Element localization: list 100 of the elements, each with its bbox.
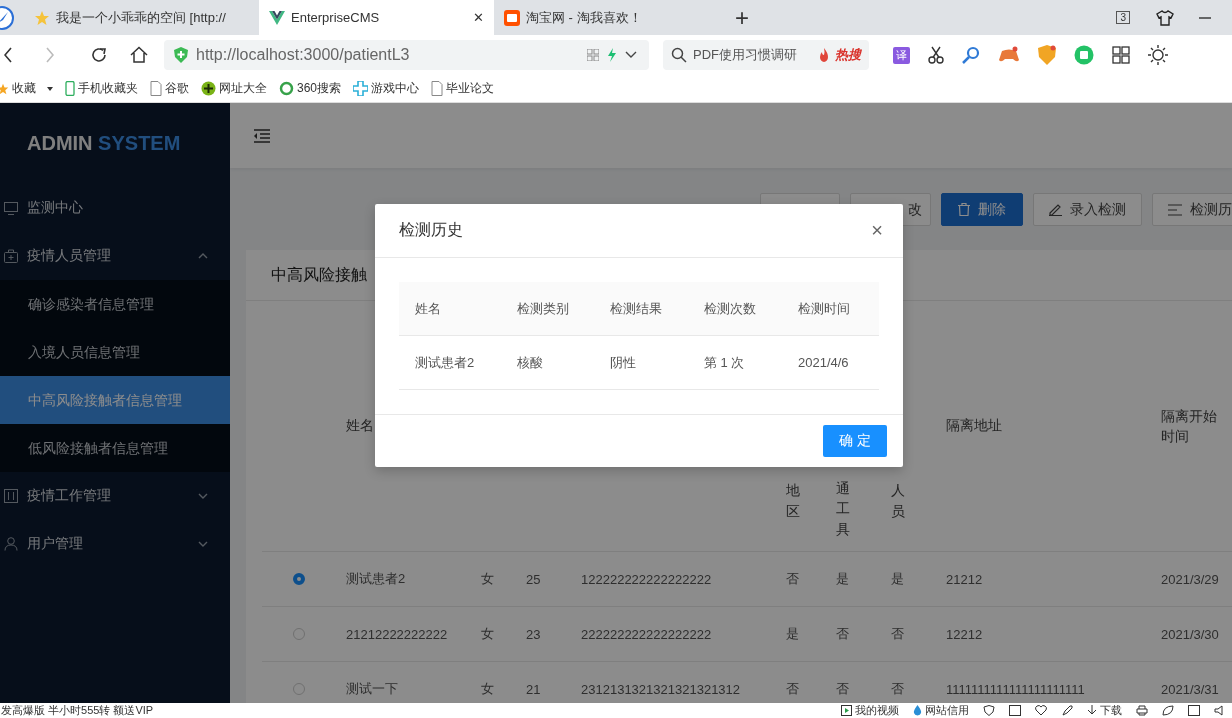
submenu-item[interactable]: 低风险接触者信息管理 [0, 424, 230, 472]
bookmark[interactable]: 毕业论文 [431, 80, 495, 97]
column-header: 检测时间 [797, 299, 851, 318]
table-cell-text: 否 [890, 625, 905, 643]
status-icon[interactable] [1035, 705, 1047, 716]
table-cell-text: 否 [785, 570, 800, 588]
submenu-item[interactable]: 确诊感染者信息管理 [0, 280, 230, 328]
status-link[interactable]: 网站信用 [913, 703, 969, 718]
menu-item[interactable]: 疫情人员管理 [0, 232, 230, 280]
drop-icon [913, 705, 922, 716]
new-tab-button[interactable]: + [735, 3, 749, 32]
promo-text[interactable]: 发高爆版 半小时555转 额送VIP [1, 703, 154, 718]
page-icon [431, 81, 444, 96]
caret-icon [198, 253, 208, 259]
table-cell-text: 122222222222222222 [580, 571, 713, 587]
download-icon [1087, 705, 1097, 716]
column-header: 姓名 [414, 299, 442, 318]
table-cell-text: 核酸 [516, 353, 544, 372]
close-icon[interactable]: × [871, 219, 883, 242]
browser-tab[interactable]: 我是一个小乖乖的空间 [http:// [24, 0, 259, 35]
gamepad-icon[interactable] [998, 46, 1020, 64]
search-field[interactable]: PDF使用习惯调研 热搜 [663, 40, 869, 70]
bookmark[interactable]: 游戏中心 [353, 80, 420, 97]
grid-icon[interactable] [1112, 46, 1130, 64]
close-tab-icon[interactable]: ✕ [473, 10, 484, 25]
sun-icon[interactable] [1148, 45, 1168, 65]
board-icon [4, 489, 18, 503]
table-cell-text: 2021/3/30 [1160, 626, 1220, 642]
magnifier-icon[interactable] [962, 46, 980, 64]
status-icon[interactable] [1136, 705, 1148, 716]
column-header: 检测次数 [703, 299, 757, 318]
hot-search-link[interactable]: 热搜 [835, 46, 861, 64]
bookmark[interactable]: 收藏 [0, 80, 53, 97]
column-header: 检测结果 [609, 299, 663, 318]
toolbar-button[interactable]: 检测历 [1152, 193, 1232, 226]
bookmark[interactable]: 360搜索 [279, 80, 342, 97]
table-cell-text: 第 1 次 [703, 353, 746, 372]
menu-item[interactable]: 疫情工作管理 [0, 472, 230, 520]
status-icon[interactable] [983, 705, 995, 716]
search-icon [671, 47, 687, 63]
table-cell-text: 否 [785, 680, 800, 698]
menu-fold-icon[interactable] [254, 128, 270, 143]
radio-button[interactable] [292, 683, 305, 695]
reload-icon[interactable] [90, 46, 108, 64]
caret-icon[interactable] [47, 86, 53, 91]
bookmark[interactable]: 手机收藏夹 [65, 80, 138, 97]
table-cell-text: 222222222222222222 [580, 626, 713, 642]
table-cell-text: 2021/4/6 [797, 355, 850, 370]
table-cell-text: 21 [525, 681, 542, 697]
status-link[interactable]: 我的视频 [841, 703, 899, 718]
bookmark[interactable]: 网址大全 [201, 80, 267, 97]
tab-count[interactable]: 3 [1116, 11, 1130, 24]
table-cell-text: 2021/3/31 [1160, 681, 1220, 697]
plus-circle-icon [201, 81, 216, 96]
browser-tab[interactable]: 淘宝网 - 淘我喜欢！ [494, 0, 729, 35]
toolbar-button[interactable]: 录入检测 [1033, 193, 1142, 226]
medkit-icon [4, 249, 18, 263]
table-cell-text: 女 [480, 625, 495, 643]
status-icon[interactable] [1188, 705, 1200, 716]
table-cell-text: 2312131321321321321312 [580, 681, 742, 697]
radio-button[interactable] [292, 573, 305, 585]
trash-icon [958, 203, 970, 216]
shield-icon[interactable] [1038, 45, 1056, 65]
status-link[interactable]: 下载 [1087, 703, 1122, 718]
table-cell-text: 女 [480, 680, 495, 698]
status-icon[interactable] [1061, 705, 1073, 716]
pen-icon [1049, 203, 1062, 216]
ring-icon [279, 81, 294, 96]
status-icon[interactable] [1009, 705, 1021, 716]
table-cell-text: 阴性 [609, 353, 637, 372]
status-icon[interactable] [1214, 705, 1226, 716]
submenu-item[interactable]: 入境人员信息管理 [0, 328, 230, 376]
browser-tab[interactable]: EnterpriseCMS ✕ [259, 0, 494, 35]
table-cell-text: 1111111111111111111111 [945, 681, 1086, 697]
shop-logo-icon [504, 9, 520, 26]
table-cell-text: 12212 [945, 626, 984, 642]
monitor-icon [4, 201, 18, 215]
address-field[interactable]: http://localhost:3000/patientL3 [164, 40, 649, 70]
scissors-icon[interactable] [928, 46, 944, 64]
dialog-title: 检测历史 [399, 220, 463, 240]
list-icon [1168, 203, 1182, 216]
translate-button[interactable]: 译 [893, 46, 910, 64]
home-icon[interactable] [130, 46, 148, 64]
star-icon [0, 82, 9, 95]
chevron-down-icon[interactable] [625, 51, 637, 59]
table-cell-text: 否 [835, 625, 850, 643]
back-icon[interactable] [4, 47, 12, 63]
menu-item[interactable]: 用户管理 [0, 520, 230, 568]
table-cell-text: 女 [480, 570, 495, 588]
card-title: 中高风险接触 [271, 264, 367, 285]
shirt-icon[interactable] [1156, 9, 1174, 26]
user-icon [4, 537, 18, 551]
status-icon[interactable] [1162, 705, 1174, 716]
table-cell-text: 否 [890, 680, 905, 698]
radio-button[interactable] [292, 628, 305, 640]
bookmark[interactable]: 谷歌 [150, 80, 189, 97]
menu-item[interactable]: 监测中心 [0, 184, 230, 232]
browser-logo-icon[interactable] [0, 5, 14, 30]
table-cell-text: 25 [525, 571, 542, 587]
caret-icon [198, 541, 208, 547]
